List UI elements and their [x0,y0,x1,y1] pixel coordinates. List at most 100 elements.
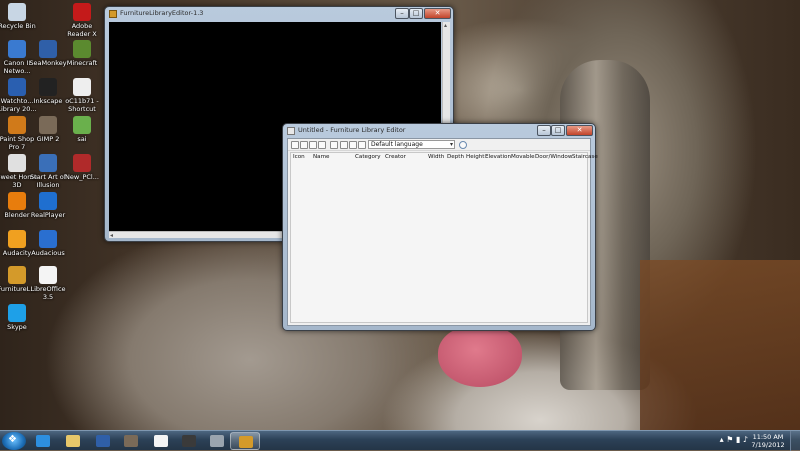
editor-window[interactable]: Untitled - Furniture Library Editor – □ … [282,123,598,331]
language-select[interactable]: Default language ▾ [368,140,455,149]
taskbar-button[interactable] [58,432,88,450]
editor-title: Untitled - Furniture Library Editor [298,126,406,134]
chevron-down-icon: ▾ [449,141,453,148]
taskbar-button[interactable] [146,432,176,450]
save-as-icon[interactable] [318,141,326,149]
steam-icon [182,435,196,447]
desktop-shortcut-label: Adobe Reader X [67,22,97,38]
taskbar-button[interactable] [230,432,260,450]
start-art-of-illusion-icon [39,154,57,172]
windows-explorer-icon [66,435,80,447]
editor-toolbar: Default language ▾ [288,139,590,151]
seamonkey-icon [39,40,57,58]
recycle-bin-icon [8,3,26,21]
column-header[interactable]: Creator [385,154,406,160]
editor-titlebar[interactable]: Untitled - Furniture Library Editor – □ … [283,124,595,138]
taskbar-button[interactable] [116,432,146,450]
desktop-shortcut-label: Skype [7,323,27,331]
desktop-shortcut[interactable]: RealPlayer [26,192,70,219]
new-file-icon[interactable] [291,141,299,149]
desktop-shortcut-label: New_PCl... [65,173,99,181]
desktop-shortcut[interactable]: Audacious [26,230,70,257]
column-header[interactable]: Depth [447,154,464,160]
column-header[interactable]: Staircase [572,154,598,160]
clock[interactable]: 11:50 AM 7/19/2012 [748,433,788,449]
gimp-icon [39,116,57,134]
desktop-shortcut-label: GIMP 2 [36,135,60,143]
column-header[interactable]: Width [428,154,444,160]
maximize-button[interactable]: □ [409,8,423,19]
show-desktop-button[interactable] [790,431,800,451]
scroll-up-icon[interactable]: ▴ [444,22,447,29]
desktop-shortcut-label: Audacious [31,249,65,257]
desktop-shortcut[interactable]: sai [60,116,104,143]
save-icon[interactable] [309,141,317,149]
column-header[interactable]: Elevation [485,154,511,160]
sai-icon [73,116,91,134]
editor-app-icon [287,127,295,135]
furniture-library-icon [8,266,26,284]
start-button[interactable]: ❖ [2,432,26,450]
desktop-shortcut-label: Inkscape [33,97,63,105]
open-icon[interactable] [300,141,308,149]
desktop-shortcut[interactable]: Skype [0,304,39,331]
windows-logo-icon: ❖ [8,434,17,445]
cut-icon[interactable] [330,141,338,149]
canon-network-icon [8,40,26,58]
help-icon[interactable] [459,141,467,149]
desktop-shortcut[interactable]: oC11b71 - Shortcut [60,78,104,113]
audacity-icon [8,230,26,248]
skype-icon [8,304,26,322]
paint-shop-pro-icon [8,116,26,134]
taskbar-button[interactable] [174,432,204,450]
desktop-shortcut[interactable]: New_PCl... [60,154,104,181]
column-header[interactable]: Category [355,154,381,160]
desktop-shortcut-label: Recycle Bin [0,22,36,30]
taskbar-button[interactable] [202,432,232,450]
wallpaper-wood [640,260,800,430]
new-pcl-icon [73,154,91,172]
sweet-home-3d-icon [8,154,26,172]
close-button[interactable]: ✕ [566,125,593,136]
clock-date: 7/19/2012 [751,441,785,449]
minimize-button[interactable]: – [537,125,551,136]
desktop-shortcut-label: oC11b71 - Shortcut [65,97,99,113]
delete-icon[interactable] [358,141,366,149]
minecraft-icon [73,40,91,58]
column-header[interactable]: Door/Window [535,154,572,160]
column-header[interactable]: Height [466,154,485,160]
column-header[interactable]: Icon [293,154,305,160]
blank-document-icon [154,435,168,447]
editor-client-area: Default language ▾ Icon Name Category Creat… [287,138,598,326]
furniture-library-task-icon [239,436,253,448]
desktop-shortcut[interactable]: LibreOffice 3.5 [26,266,70,301]
taskbar-button[interactable] [88,432,118,450]
libreoffice-icon [39,266,57,284]
maximize-button[interactable]: □ [551,125,565,136]
column-header[interactable]: Name [313,154,330,160]
language-value: Default language [371,141,423,148]
game-controller-icon [210,435,224,447]
gimp-task-icon [124,435,138,447]
desktop-shortcut[interactable]: Recycle Bin [0,3,39,30]
close-button[interactable]: ✕ [424,8,451,19]
desktop-shortcut-label: LibreOffice 3.5 [30,285,66,301]
column-header[interactable]: Movable [511,154,535,160]
import-icon[interactable] [340,141,348,149]
minimize-button[interactable]: – [395,8,409,19]
console-titlebar[interactable]: FurnitureLibraryEditor-1.3 – □ ✕ [105,7,453,21]
watchtower-library-icon [8,78,26,96]
seamonkey-task-icon [96,435,110,447]
desktop-shortcut[interactable]: Adobe Reader X [60,3,104,38]
taskbar-button[interactable] [28,432,58,450]
modify-icon[interactable] [349,141,357,149]
desktop-shortcut-label: RealPlayer [30,211,66,219]
furniture-table[interactable]: Icon Name Category Creator Width Depth Height E… [290,152,598,323]
desktop-shortcut-label: sai [77,135,87,143]
shortcut-icon [73,78,91,96]
desktop-shortcut[interactable]: Minecraft [60,40,104,67]
java-app-icon [109,10,117,18]
wallpaper-cat-tongue [438,325,522,387]
system-tray[interactable]: ▴ ⚑ ▮ ♪ [720,435,748,444]
scroll-left-icon[interactable]: ◂ [110,232,113,239]
